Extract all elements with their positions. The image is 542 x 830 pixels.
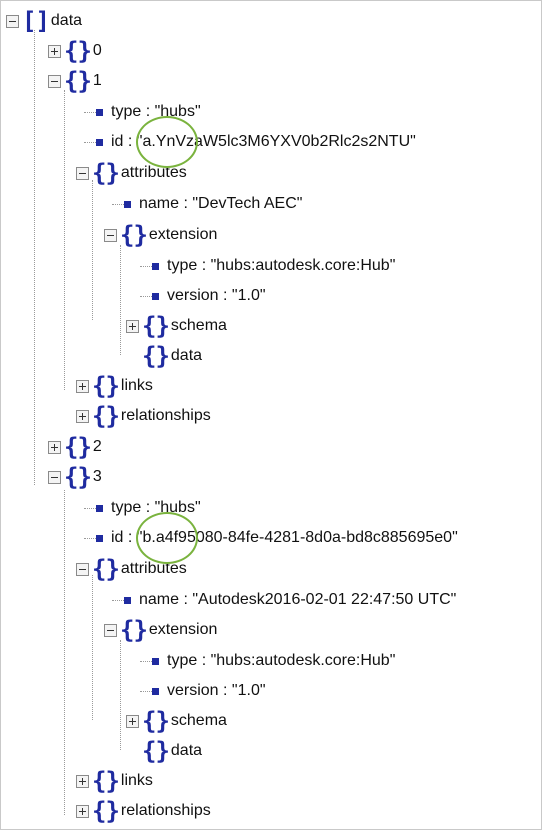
node-label: 1 (92, 72, 102, 89)
expand-toggle-icon[interactable] (126, 319, 139, 333)
tree-node-attributes[interactable]: {} attributes (76, 160, 187, 186)
tree-leaf-ext-type[interactable]: type : "hubs:autodesk.core:Hub" (148, 648, 395, 674)
leaf-bullet-icon (152, 657, 159, 665)
leaf-text: version : "1.0" (167, 287, 266, 304)
object-icon: {} (64, 463, 92, 491)
leaf-bullet-icon (152, 687, 159, 695)
expand-toggle-icon[interactable] (76, 379, 89, 393)
object-icon: {} (64, 37, 92, 65)
leaf-bullet-icon (96, 504, 103, 512)
object-icon: {} (92, 555, 120, 583)
leaf-text: type : "hubs:autodesk.core:Hub" (167, 257, 396, 274)
expand-toggle-icon[interactable] (48, 44, 61, 58)
node-label: schema (170, 317, 227, 334)
tree-node-extension[interactable]: {} extension (104, 222, 217, 248)
object-icon: {} (142, 342, 170, 370)
expand-toggle-icon[interactable] (76, 774, 89, 788)
node-label: data (170, 742, 203, 759)
node-label: extension (148, 621, 218, 638)
leaf-bullet-icon (96, 108, 103, 116)
node-label: links (120, 772, 153, 789)
object-icon: {} (92, 797, 120, 825)
object-icon: {} (120, 221, 148, 249)
tree-node-relationships[interactable]: {} relationships (76, 798, 211, 824)
tree-leaf-type[interactable]: type : "hubs" (92, 495, 201, 521)
node-label: attributes (120, 164, 187, 181)
node-label: schema (170, 712, 227, 729)
expand-toggle-icon[interactable] (76, 804, 89, 818)
tree-node-0[interactable]: {} 0 (48, 38, 102, 64)
leaf-text: type : "hubs" (111, 499, 201, 516)
collapse-toggle-icon[interactable] (76, 562, 89, 576)
node-label: relationships (120, 802, 211, 819)
node-label: data (170, 347, 203, 364)
tree-node-ext-data[interactable]: {} data (142, 738, 202, 764)
leaf-bullet-icon (152, 292, 159, 300)
tree-leaf-ext-version[interactable]: version : "1.0" (148, 283, 266, 309)
node-label: attributes (120, 560, 187, 577)
json-tree: [] data {} 0 {} 1 type : "hubs" id : "a.… (0, 0, 542, 830)
object-icon: {} (64, 433, 92, 461)
tree-leaf-type[interactable]: type : "hubs" (92, 99, 201, 125)
leaf-text: id : "a.YnVzaW5lc3M6YXV0b2Rlc2s2NTU" (111, 133, 416, 150)
tree-node-relationships[interactable]: {} relationships (76, 403, 211, 429)
object-icon: {} (92, 402, 120, 430)
object-icon: {} (64, 67, 92, 95)
node-label: relationships (120, 407, 211, 424)
collapse-toggle-icon[interactable] (104, 623, 117, 637)
node-label: extension (148, 226, 218, 243)
leaf-text: version : "1.0" (167, 682, 266, 699)
tree-node-3[interactable]: {} 3 (48, 464, 102, 490)
node-label: data (50, 12, 83, 29)
node-label: 3 (92, 468, 102, 485)
object-icon: {} (120, 616, 148, 644)
leaf-text: type : "hubs:autodesk.core:Hub" (167, 652, 396, 669)
tree-node-data[interactable]: [] data (6, 8, 82, 34)
tree-leaf-id[interactable]: id : "b.a4f95080-84fe-4281-8d0a-bd8c8856… (92, 525, 458, 551)
collapse-toggle-icon[interactable] (104, 228, 117, 242)
leaf-bullet-icon (96, 138, 103, 146)
tree-leaf-ext-type[interactable]: type : "hubs:autodesk.core:Hub" (148, 253, 395, 279)
leaf-text: id : "b.a4f95080-84fe-4281-8d0a-bd8c8856… (111, 529, 458, 546)
object-icon: {} (92, 767, 120, 795)
tree-node-links[interactable]: {} links (76, 373, 153, 399)
collapse-toggle-icon[interactable] (48, 74, 61, 88)
expand-toggle-icon[interactable] (126, 714, 139, 728)
tree-node-extension[interactable]: {} extension (104, 617, 217, 643)
expand-toggle-icon[interactable] (76, 409, 89, 423)
node-label: 2 (92, 438, 102, 455)
tree-node-attributes[interactable]: {} attributes (76, 556, 187, 582)
tree-node-2[interactable]: {} 2 (48, 434, 102, 460)
collapse-toggle-icon[interactable] (6, 14, 19, 28)
leaf-bullet-icon (152, 262, 159, 270)
leaf-text: type : "hubs" (111, 103, 201, 120)
tree-leaf-name[interactable]: name : "DevTech AEC" (120, 191, 302, 217)
object-icon: {} (142, 737, 170, 765)
tree-node-links[interactable]: {} links (76, 768, 153, 794)
tree-leaf-ext-version[interactable]: version : "1.0" (148, 678, 266, 704)
object-icon: {} (142, 707, 170, 735)
object-icon: {} (142, 312, 170, 340)
tree-node-ext-data[interactable]: {} data (142, 343, 202, 369)
expand-toggle-icon[interactable] (48, 440, 61, 454)
tree-node-1[interactable]: {} 1 (48, 68, 102, 94)
tree-node-schema[interactable]: {} schema (126, 708, 227, 734)
object-icon: {} (92, 159, 120, 187)
leaf-bullet-icon (96, 534, 103, 542)
collapse-toggle-icon[interactable] (48, 470, 61, 484)
array-icon: [] (22, 7, 50, 35)
tree-node-schema[interactable]: {} schema (126, 313, 227, 339)
node-label: 0 (92, 42, 102, 59)
leaf-bullet-icon (124, 596, 131, 604)
node-label: links (120, 377, 153, 394)
leaf-bullet-icon (124, 200, 131, 208)
tree-leaf-id[interactable]: id : "a.YnVzaW5lc3M6YXV0b2Rlc2s2NTU" (92, 129, 416, 155)
collapse-toggle-icon[interactable] (76, 166, 89, 180)
leaf-text: name : "Autodesk2016-02-01 22:47:50 UTC" (139, 591, 457, 608)
object-icon: {} (92, 372, 120, 400)
leaf-text: name : "DevTech AEC" (139, 195, 303, 212)
tree-leaf-name[interactable]: name : "Autodesk2016-02-01 22:47:50 UTC" (120, 587, 456, 613)
